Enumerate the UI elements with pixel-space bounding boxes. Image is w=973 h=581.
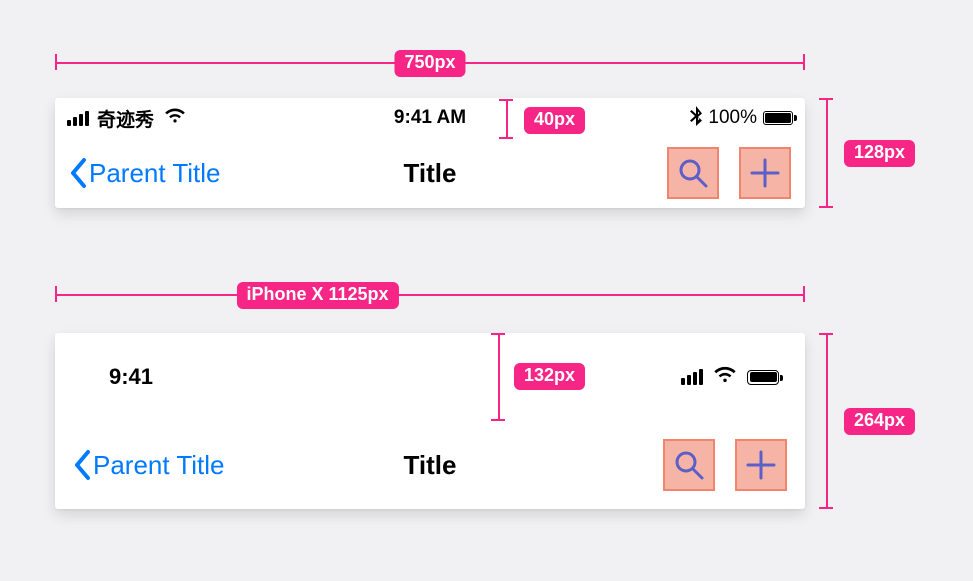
search-button[interactable] (667, 147, 719, 199)
height-measure-statusbar-1 (502, 99, 512, 139)
page-title: Title (404, 158, 457, 189)
battery-icon (747, 370, 779, 385)
dim-badge-width-1: 750px (394, 50, 465, 77)
plus-icon (744, 448, 778, 482)
add-button[interactable] (739, 147, 791, 199)
search-icon (676, 156, 710, 190)
search-icon (672, 448, 706, 482)
back-label: Parent Title (93, 450, 225, 481)
height-measure-phone1 (822, 98, 832, 208)
height-measure-phone2 (822, 333, 832, 509)
mock-phone-regular: 奇迹秀 9:41 AM 100% Parent Title Title (55, 98, 805, 208)
dim-badge-height-1: 128px (844, 140, 915, 167)
dim-badge-height-2: 264px (844, 408, 915, 435)
navigation-bar: Parent Title Title (55, 421, 805, 509)
status-bar: 奇迹秀 9:41 AM 100% (55, 98, 805, 138)
dim-badge-statusbar-1: 40px (524, 107, 585, 134)
status-clock: 9:41 AM (394, 107, 466, 129)
cellular-signal-icon (67, 111, 89, 126)
chevron-left-icon (69, 158, 87, 188)
mock-phone-x: 9:41 Parent Title Title (55, 333, 805, 509)
dim-badge-width-2: iPhone X 1125px (236, 282, 398, 309)
wifi-icon (164, 107, 186, 130)
battery-icon (763, 111, 793, 125)
battery-percentage: 100% (708, 107, 757, 129)
back-button[interactable]: Parent Title (73, 450, 225, 481)
add-button[interactable] (735, 439, 787, 491)
wifi-icon (713, 364, 737, 390)
back-label: Parent Title (89, 158, 221, 189)
width-measure-phone2: iPhone X 1125px (55, 290, 805, 300)
dim-badge-statusbar-2: 132px (514, 363, 585, 390)
page-title: Title (404, 450, 457, 481)
back-button[interactable]: Parent Title (69, 158, 221, 189)
carrier-name: 奇迹秀 (97, 105, 154, 132)
status-clock: 9:41 (109, 364, 153, 390)
bluetooth-icon (690, 106, 702, 131)
search-button[interactable] (663, 439, 715, 491)
cellular-signal-icon (681, 369, 703, 385)
height-measure-statusbar-2 (494, 333, 504, 421)
navigation-bar: Parent Title Title (55, 138, 805, 208)
chevron-left-icon (73, 450, 91, 480)
status-bar: 9:41 (55, 333, 805, 421)
plus-icon (748, 156, 782, 190)
width-measure-phone1: 750px (55, 58, 805, 68)
